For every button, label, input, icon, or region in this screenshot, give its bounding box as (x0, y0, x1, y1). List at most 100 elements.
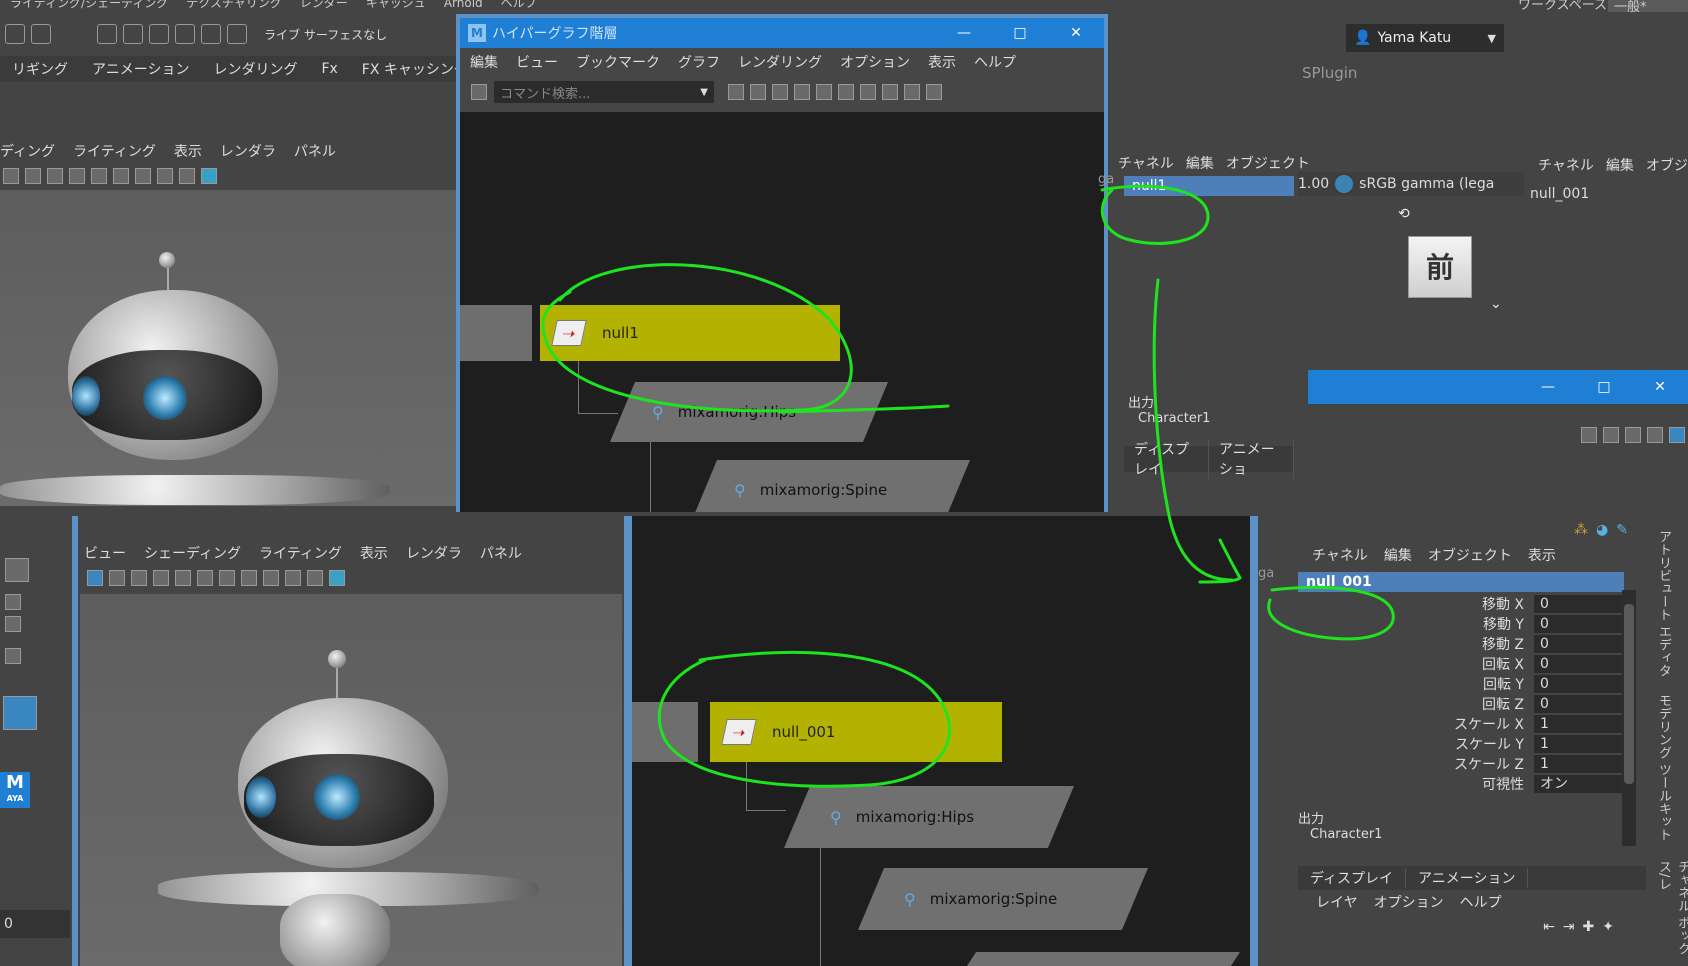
channel-box-bottom-selected[interactable]: null_001 (1298, 572, 1624, 592)
attribute-value[interactable]: 0 (1534, 635, 1624, 653)
edit-icon[interactable]: ✎ (1616, 522, 1628, 538)
wireframe-icon[interactable] (285, 570, 301, 586)
attribute-value[interactable]: 0 (1534, 595, 1624, 613)
graph-node-spine[interactable]: ⚲ mixamorig:Spine (692, 460, 970, 512)
contract-icon[interactable] (838, 84, 854, 100)
viewcube[interactable]: 前 (1408, 236, 1472, 298)
minimize-button[interactable]: — (1520, 379, 1576, 395)
hypergraph-menu-item-2[interactable]: ブックマーク (576, 52, 660, 72)
layout-four-icon[interactable] (5, 616, 21, 632)
output-item[interactable]: Character1 (1310, 827, 1646, 842)
safe-area-icon[interactable] (263, 570, 279, 586)
live-surface-label[interactable]: ライブ サーフェスなし (264, 26, 387, 43)
layout-single-icon[interactable] (5, 594, 21, 610)
hypergraph-menu-item-5[interactable]: オプション (840, 52, 910, 72)
refresh-icon[interactable]: ◕ (1596, 522, 1608, 538)
hypergraph-graph-area-bottom[interactable]: ➝ null_001 ⚲ mixamorig:Hips ⚲ mixamorig:… (632, 516, 1250, 966)
move-layer-up-icon[interactable]: ⇤ (1543, 919, 1555, 935)
close-button[interactable]: ✕ (1632, 379, 1688, 395)
hypergraph-menu-item-4[interactable]: レンダリング (738, 52, 822, 72)
viewport-top[interactable] (0, 190, 460, 506)
connection-icon[interactable] (926, 84, 942, 100)
viewport-bottom-menu-item-3[interactable]: 表示 (360, 543, 388, 563)
select-tool-icon[interactable] (5, 24, 25, 44)
viewport-bottom-menu-item-2[interactable]: ライティング (259, 543, 342, 563)
attribute-value[interactable]: 0 (1534, 615, 1624, 633)
expand-icon[interactable] (816, 84, 832, 100)
viewport-top-menu-item-4[interactable]: パネル (294, 141, 336, 161)
hypergraph-menu-item-0[interactable]: 編集 (470, 52, 498, 72)
channel-box-top-menu-item-0[interactable]: チャネル (1118, 153, 1174, 173)
secondary-window-titlebar[interactable]: — □ ✕ (1308, 370, 1688, 404)
frame-icon[interactable] (794, 84, 810, 100)
minimize-button[interactable]: — (936, 25, 992, 41)
channel-box-bottom-menu-item-1[interactable]: 編集 (1384, 545, 1412, 565)
textured-icon[interactable] (329, 570, 345, 586)
safe-area-icon[interactable] (135, 168, 151, 184)
attribute-value[interactable]: 0 (1534, 655, 1624, 673)
attribute-value[interactable]: 1 (1534, 735, 1624, 753)
outliner-icon[interactable] (3, 696, 37, 730)
snap-grid-icon[interactable] (97, 24, 117, 44)
top-menu-item-3[interactable]: キャッシュ (366, 0, 426, 10)
shelf-tab-0[interactable]: リギング (12, 59, 68, 79)
layout-two-icon[interactable] (5, 648, 21, 664)
hypergraph-menu-item-6[interactable]: 表示 (928, 52, 956, 72)
top-menu-item-0[interactable]: ライティング/シェーディング (10, 0, 168, 10)
side-tab-attribute-editor[interactable]: アトリビュート エディタ (1654, 530, 1673, 677)
channel-box-bottom-menu-item-0[interactable]: チャネル (1312, 545, 1368, 565)
graph-node-partial[interactable] (950, 952, 1240, 966)
attribute-value[interactable]: オン (1534, 775, 1624, 793)
top-menu-item-4[interactable]: Arnold (444, 0, 483, 10)
close-button[interactable]: ✕ (1048, 25, 1104, 41)
layer-menu-item-0[interactable]: レイヤ (1316, 892, 1358, 912)
list-icon[interactable] (904, 84, 920, 100)
viewport-bottom[interactable] (80, 594, 622, 966)
textured-icon[interactable] (201, 168, 217, 184)
top-menu-item-1[interactable]: テクスチャリング (186, 0, 282, 10)
tool-settings-icon[interactable] (1603, 427, 1619, 443)
command-search[interactable]: コマンド検索... ▼ (494, 81, 714, 103)
attribute-value[interactable]: 0 (1534, 675, 1624, 693)
camera-icon[interactable] (109, 570, 125, 586)
graph-node-spine[interactable]: ⚲ mixamorig:Spine (858, 868, 1148, 930)
output-item[interactable]: Character1 (1138, 411, 1294, 426)
film-gate-icon[interactable] (91, 168, 107, 184)
hypergraph-titlebar[interactable]: M ハイパーグラフ階層 — □ ✕ (460, 18, 1104, 48)
channel-box-right-menu-item-2[interactable]: オブジェク (1646, 155, 1688, 175)
camera-icon[interactable] (3, 168, 19, 184)
shaded-icon[interactable] (179, 168, 195, 184)
hierarchy-icon[interactable] (772, 84, 788, 100)
resolution-gate-icon[interactable] (113, 168, 129, 184)
viewport-bottom-menu-item-4[interactable]: レンダラ (406, 543, 462, 563)
bookmark-edit-icon[interactable] (882, 84, 898, 100)
maximize-button[interactable]: □ (1576, 379, 1632, 395)
layers-icon[interactable] (1669, 427, 1685, 443)
channel-box-right-menu-item-1[interactable]: 編集 (1606, 155, 1634, 175)
top-menu-item-2[interactable]: レンダー (300, 0, 348, 10)
viewport-top-menu-item-3[interactable]: レンダラ (220, 141, 276, 161)
shelf-tab-1[interactable]: アニメーション (92, 59, 189, 79)
workspace-select[interactable]: 一般* (1608, 0, 1688, 15)
snap-view-icon[interactable] (175, 24, 195, 44)
user-dropdown[interactable]: 👤 Yama Katu ▼ (1346, 24, 1504, 52)
attribute-value[interactable]: 1 (1534, 715, 1624, 733)
collapse-icon[interactable] (750, 84, 766, 100)
viewport-bottom-menu-item-0[interactable]: ビュー (84, 543, 126, 563)
channel-box-bottom-menu-item-3[interactable]: 表示 (1528, 545, 1556, 565)
outliner-icon[interactable] (1625, 427, 1641, 443)
channel-box-right-item[interactable]: null_001 (1530, 186, 1688, 202)
attribute-value[interactable]: 0 (1534, 695, 1624, 713)
channel-box-bottom-tab-1[interactable]: アニメーション (1406, 868, 1529, 888)
channel-box-scrollbar[interactable] (1622, 590, 1636, 846)
resolution-gate-icon[interactable] (241, 570, 257, 586)
hypergraph-menu-item-3[interactable]: グラフ (678, 52, 720, 72)
layer-menu-item-1[interactable]: オプション (1374, 892, 1444, 912)
new-layer-icon[interactable]: ✚ (1583, 919, 1595, 935)
shelf-tab-2[interactable]: レンダリング (213, 59, 297, 79)
wireframe-icon[interactable] (157, 168, 173, 184)
channel-box-right-menu-item-0[interactable]: チャネル (1538, 155, 1594, 175)
viewport-bottom-menu-item-5[interactable]: パネル (480, 543, 522, 563)
graph-icon[interactable]: ⁂ (1574, 522, 1588, 538)
top-menu-item-5[interactable]: ヘルプ (501, 0, 537, 10)
